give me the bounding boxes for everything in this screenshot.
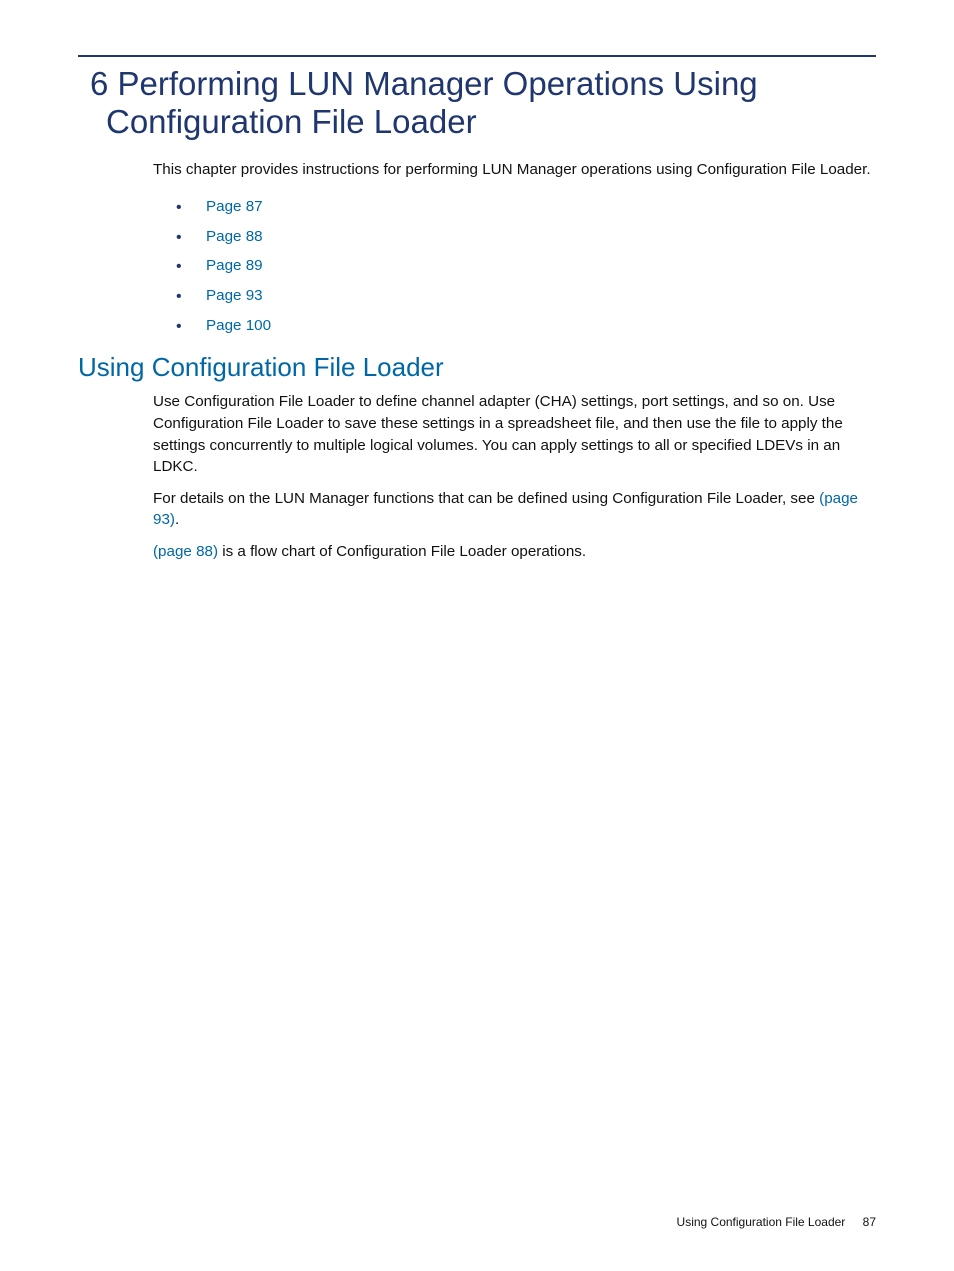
section-paragraph-2: For details on the LUN Manager functions…	[153, 488, 876, 531]
list-item: Page 89	[176, 251, 876, 281]
toc-link[interactable]: Page 100	[206, 317, 271, 334]
para2-post: .	[175, 511, 179, 528]
toc-link-list: Page 87 Page 88 Page 89 Page 93 Page 100	[176, 192, 876, 340]
toc-link[interactable]: Page 88	[206, 228, 263, 245]
toc-link[interactable]: Page 93	[206, 287, 263, 304]
list-item: Page 100	[176, 311, 876, 341]
footer-section-label: Using Configuration File Loader	[677, 1215, 846, 1229]
list-item: Page 93	[176, 281, 876, 311]
top-rule	[78, 55, 876, 57]
page-footer: Using Configuration File Loader 87	[677, 1215, 876, 1229]
section-paragraph-3: (page 88) is a flow chart of Configurati…	[153, 541, 876, 563]
list-item: Page 88	[176, 222, 876, 252]
chapter-intro: This chapter provides instructions for p…	[153, 159, 876, 180]
toc-link[interactable]: Page 89	[206, 257, 263, 274]
chapter-number: 6	[90, 65, 108, 102]
section-paragraph-1: Use Configuration File Loader to define …	[153, 391, 876, 477]
page-88-link[interactable]: (page 88)	[153, 543, 218, 560]
section-title: Using Configuration File Loader	[78, 352, 876, 383]
toc-link[interactable]: Page 87	[206, 198, 263, 215]
para3-post: is a flow chart of Configuration File Lo…	[218, 543, 586, 560]
chapter-title-text: Performing LUN Manager Operations Using …	[106, 65, 758, 140]
chapter-title: 6 Performing LUN Manager Operations Usin…	[90, 65, 876, 141]
para2-pre: For details on the LUN Manager functions…	[153, 490, 819, 507]
footer-page-number: 87	[863, 1215, 876, 1229]
page-content: 6 Performing LUN Manager Operations Usin…	[0, 0, 954, 562]
list-item: Page 87	[176, 192, 876, 222]
